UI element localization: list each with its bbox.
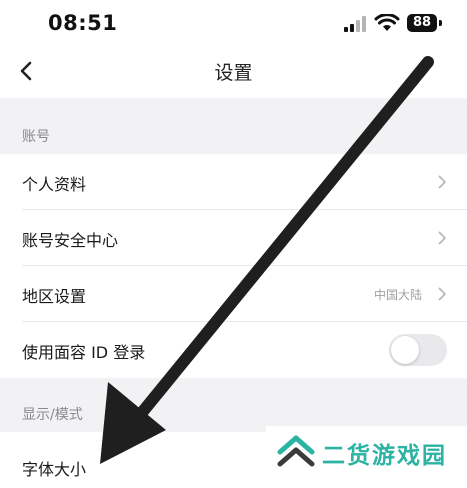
- watermark-logo-icon: [277, 435, 315, 467]
- row-label: 个人资料: [22, 175, 87, 194]
- chevron-right-icon: [438, 287, 446, 301]
- face-id-toggle[interactable]: [389, 334, 447, 366]
- battery-tip: [439, 20, 442, 26]
- section-header-account: 账号: [0, 98, 467, 154]
- status-bar: 08:51 88: [0, 0, 467, 44]
- section-header-label: 账号: [22, 129, 50, 145]
- chevron-right-icon: [438, 231, 446, 245]
- wifi-icon: [374, 14, 400, 31]
- watermark: 二货游戏园: [266, 426, 467, 476]
- status-time: 08:51: [48, 11, 118, 35]
- row-label: 地区设置: [22, 287, 87, 306]
- settings-row-face-id: 使用面容 ID 登录: [0, 322, 467, 378]
- watermark-text: 二货游戏园: [322, 443, 447, 469]
- toggle-knob: [391, 336, 419, 364]
- settings-row-region[interactable]: 地区设置 中国大陆: [0, 266, 467, 322]
- page-title: 设置: [214, 62, 253, 84]
- row-label: 使用面容 ID 登录: [22, 343, 146, 362]
- battery-icon: 88: [407, 14, 437, 32]
- nav-bar: 设置: [0, 44, 467, 98]
- row-label: 字体大小: [22, 460, 87, 479]
- settings-row-profile[interactable]: 个人资料: [0, 154, 467, 210]
- chevron-right-icon: [438, 175, 446, 189]
- region-value: 中国大陆: [373, 288, 422, 302]
- signal-icon: [344, 16, 366, 32]
- settings-row-account-security[interactable]: 账号安全中心: [0, 210, 467, 266]
- section-header-label: 显示/模式: [22, 407, 83, 423]
- section-header-display: 显示/模式: [0, 378, 467, 432]
- row-label: 账号安全中心: [22, 231, 119, 250]
